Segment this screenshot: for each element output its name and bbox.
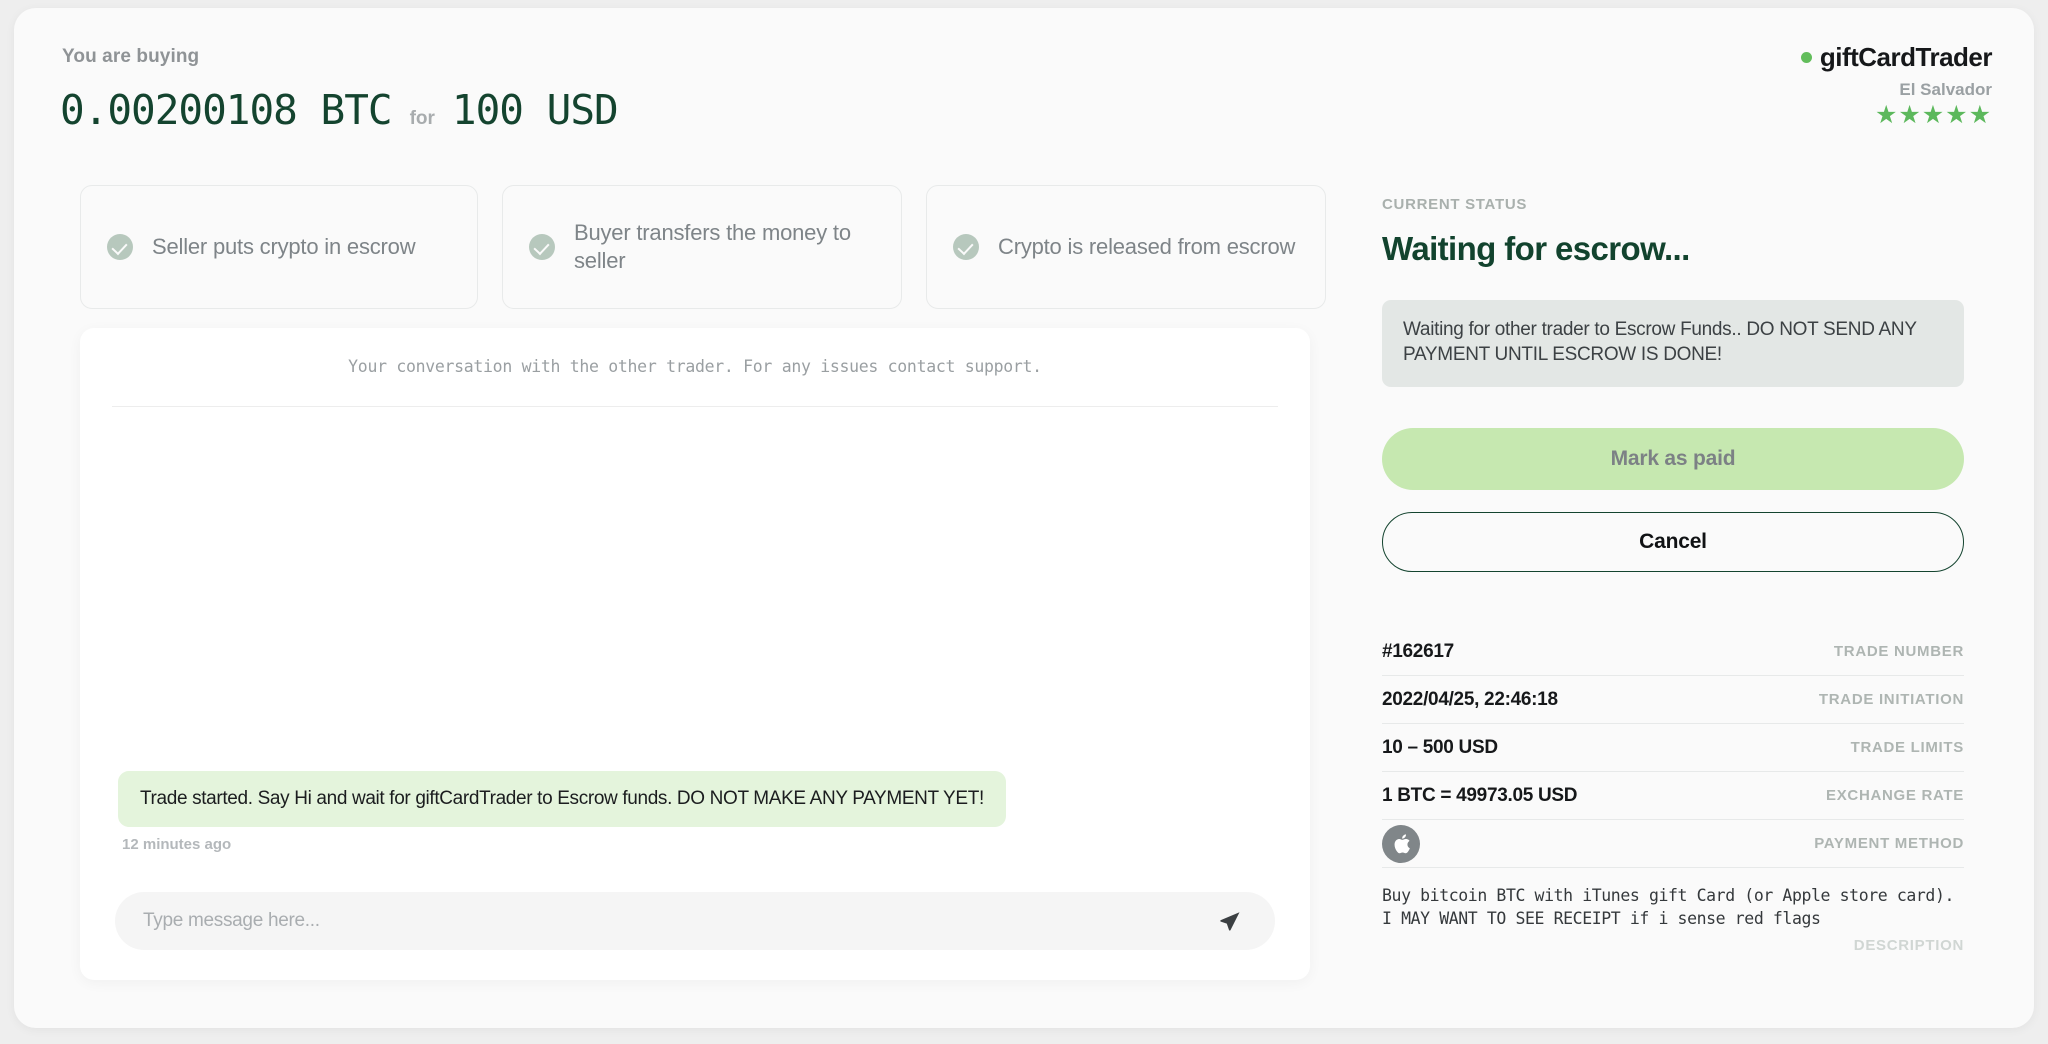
step-card-seller-escrow: Seller puts crypto in escrow xyxy=(80,185,478,309)
message-bubble: Trade started. Say Hi and wait for giftC… xyxy=(118,771,1006,827)
fiat-amount: 100 USD xyxy=(451,86,619,134)
brand-block: giftCardTrader El Salvador ★★★★★ xyxy=(1800,42,1993,129)
chat-message-list[interactable]: Trade started. Say Hi and wait for giftC… xyxy=(80,407,1310,865)
check-circle-icon xyxy=(529,234,555,260)
status-notice: Waiting for other trader to Escrow Funds… xyxy=(1382,300,1964,387)
trade-page: You are buying 0.00200108 BTC for 100 US… xyxy=(14,8,2034,1028)
buying-label: You are buying xyxy=(62,46,200,67)
send-icon xyxy=(1220,912,1240,931)
page-header: You are buying 0.00200108 BTC for 100 US… xyxy=(14,8,2034,168)
online-dot-icon xyxy=(1800,52,1812,63)
for-label: for xyxy=(409,108,435,129)
crypto-amount: 0.00200108 BTC xyxy=(60,86,393,134)
detail-row-trade-number: #162617 TRADE NUMBER xyxy=(1382,628,1964,676)
mark-as-paid-button[interactable]: Mark as paid xyxy=(1382,428,1964,490)
star-rating-icon: ★★★★★ xyxy=(1874,101,1992,129)
detail-label: TRADE INITIATION xyxy=(1818,691,1964,708)
brand-country: El Salvador xyxy=(1899,80,1992,99)
detail-label: EXCHANGE RATE xyxy=(1826,787,1964,804)
detail-row-description: Buy bitcoin BTC with iTunes gift Card (o… xyxy=(1382,868,1964,954)
chat-note: Your conversation with the other trader.… xyxy=(348,357,1042,376)
step-label: Crypto is released from escrow xyxy=(998,234,1296,260)
step-card-buyer-transfer: Buyer transfers the money to seller xyxy=(502,185,902,309)
amount-row: 0.00200108 BTC for 100 USD xyxy=(60,86,619,134)
detail-value: #162617 xyxy=(1382,640,1454,662)
detail-value: 2022/04/25, 22:46:18 xyxy=(1382,688,1558,710)
detail-label: PAYMENT METHOD xyxy=(1814,835,1964,852)
detail-label: TRADE NUMBER xyxy=(1833,643,1964,660)
step-label: Buyer transfers the money to seller xyxy=(574,220,851,273)
chat-message: Trade started. Say Hi and wait for giftC… xyxy=(118,771,1006,853)
brand-name-row: giftCardTrader xyxy=(1800,42,1993,73)
detail-row-trade-initiation: 2022/04/25, 22:46:18 TRADE INITIATION xyxy=(1382,676,1964,724)
cancel-button[interactable]: Cancel xyxy=(1382,512,1964,572)
trade-details: #162617 TRADE NUMBER 2022/04/25, 22:46:1… xyxy=(1382,628,1964,954)
status-eyebrow: CURRENT STATUS xyxy=(1382,196,1528,213)
status-title: Waiting for escrow... xyxy=(1382,230,1690,267)
chat-panel: Your conversation with the other trader.… xyxy=(80,328,1310,980)
detail-value: 10 – 500 USD xyxy=(1382,736,1498,758)
detail-value: 1 BTC = 49973.05 USD xyxy=(1382,784,1578,806)
detail-label: TRADE LIMITS xyxy=(1850,739,1964,756)
detail-label: DESCRIPTION xyxy=(1853,936,1964,954)
message-timestamp: 12 minutes ago xyxy=(122,836,232,853)
detail-row-trade-limits: 10 – 500 USD TRADE LIMITS xyxy=(1382,724,1964,772)
check-circle-icon xyxy=(953,234,979,260)
message-input[interactable] xyxy=(143,910,1213,932)
step-label: Seller puts crypto in escrow xyxy=(152,234,416,260)
apple-icon xyxy=(1382,824,1420,863)
description-text: Buy bitcoin BTC with iTunes gift Card (o… xyxy=(1382,886,1955,929)
chat-input-row[interactable] xyxy=(115,892,1275,950)
escrow-steps: Seller puts crypto in escrow Buyer trans… xyxy=(80,185,1326,309)
detail-row-exchange-rate: 1 BTC = 49973.05 USD EXCHANGE RATE xyxy=(1382,772,1964,820)
send-button[interactable] xyxy=(1213,904,1247,938)
step-card-crypto-released: Crypto is released from escrow xyxy=(926,185,1326,309)
brand-name: giftCardTrader xyxy=(1819,42,1993,72)
detail-row-payment-method: PAYMENT METHOD xyxy=(1382,820,1964,868)
check-circle-icon xyxy=(107,234,133,260)
